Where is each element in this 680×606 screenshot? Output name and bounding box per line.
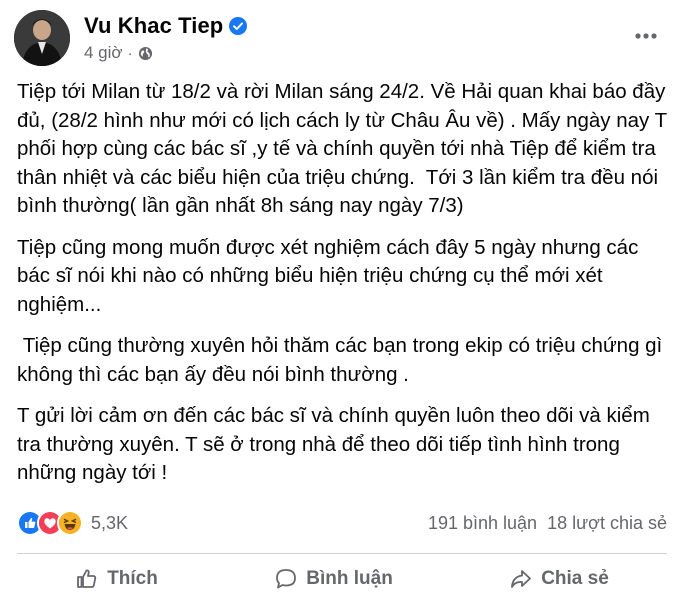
share-label: Chia sẻ xyxy=(541,568,609,589)
avatar-image xyxy=(14,10,70,66)
reaction-count: 5,3K xyxy=(91,512,129,533)
post-timestamp[interactable]: 4 giờ xyxy=(84,43,123,63)
author-avatar[interactable] xyxy=(14,10,70,66)
share-arrow-icon xyxy=(511,570,532,588)
post-actions: Thích Bình luận Chia sẻ xyxy=(17,556,667,602)
share-count[interactable]: 18 lượt chia sẻ xyxy=(547,513,667,534)
facebook-post: Vu Khac Tiep 4 giờ · Tiệp tới Milan từ 1… xyxy=(0,0,680,606)
post-meta: 4 giờ · xyxy=(84,43,153,63)
comment-label: Bình luận xyxy=(306,568,393,589)
verified-badge-icon xyxy=(229,17,248,35)
meta-separator: · xyxy=(127,44,133,62)
post-paragraph: Tiệp cũng mong muốn được xét nghiệm cách… xyxy=(17,235,645,316)
post-stats: 5,3K 191 bình luận 18 lượt chia sẻ xyxy=(17,509,667,537)
comment-bubble-icon xyxy=(276,569,297,589)
more-options-button[interactable] xyxy=(628,24,664,48)
comment-button[interactable]: Bình luận xyxy=(256,561,411,597)
share-button[interactable]: Chia sẻ xyxy=(491,561,627,597)
comment-count[interactable]: 191 bình luận xyxy=(428,513,537,534)
post-paragraph: Tiệp tới Milan từ 18/2 và rời Milan sáng… xyxy=(17,80,673,217)
post-paragraph: T gửi lời cảm ơn đến các bác sĩ và chính… xyxy=(17,404,656,484)
reactions-summary[interactable]: 5,3K xyxy=(17,510,128,536)
more-dots-icon xyxy=(635,33,657,39)
post-paragraph: Tiệp cũng thường xuyên hỏi thăm các bạn … xyxy=(17,334,668,386)
like-label: Thích xyxy=(107,568,158,589)
author-row: Vu Khac Tiep xyxy=(84,13,248,39)
like-button[interactable]: Thích xyxy=(57,561,176,597)
post-content: Tiệp tới Milan từ 18/2 và rời Milan sáng… xyxy=(17,78,667,501)
globe-icon[interactable] xyxy=(138,46,153,61)
author-name[interactable]: Vu Khac Tiep xyxy=(84,13,223,39)
haha-reaction-icon xyxy=(57,510,83,536)
thumbs-up-icon xyxy=(77,569,97,588)
engagement-counts: 191 bình luận 18 lượt chia sẻ xyxy=(428,513,667,534)
post-header: Vu Khac Tiep 4 giờ · xyxy=(14,10,670,66)
actions-divider xyxy=(17,553,667,554)
